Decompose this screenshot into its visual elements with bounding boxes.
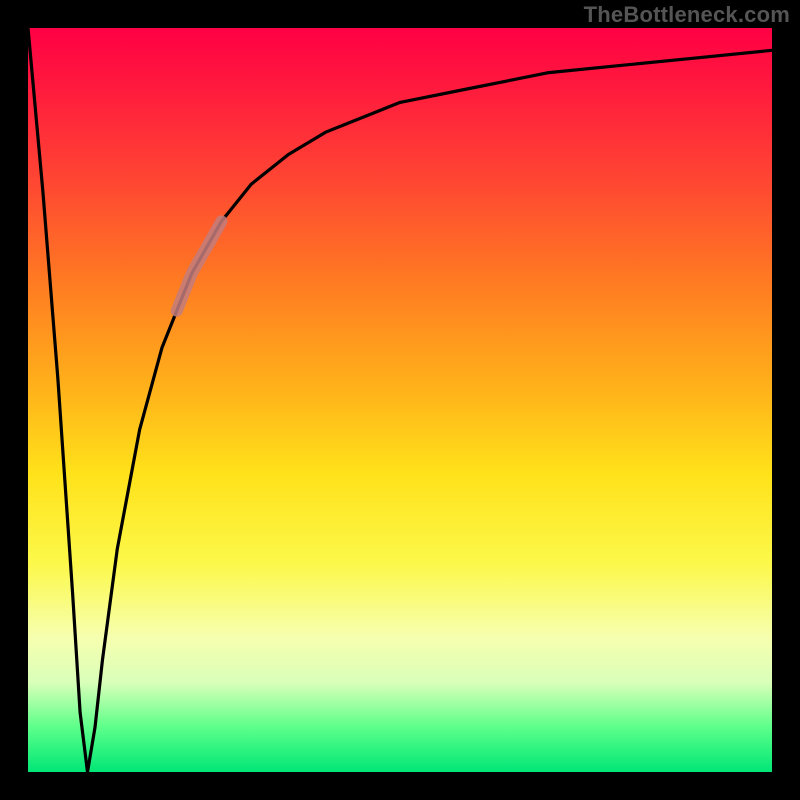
bottleneck-curve (28, 28, 772, 772)
curve-path (28, 28, 772, 772)
plot-area (28, 28, 772, 772)
chart-frame: TheBottleneck.com (0, 0, 800, 800)
watermark-text: TheBottleneck.com (584, 2, 790, 28)
highlight-segment (177, 221, 222, 310)
